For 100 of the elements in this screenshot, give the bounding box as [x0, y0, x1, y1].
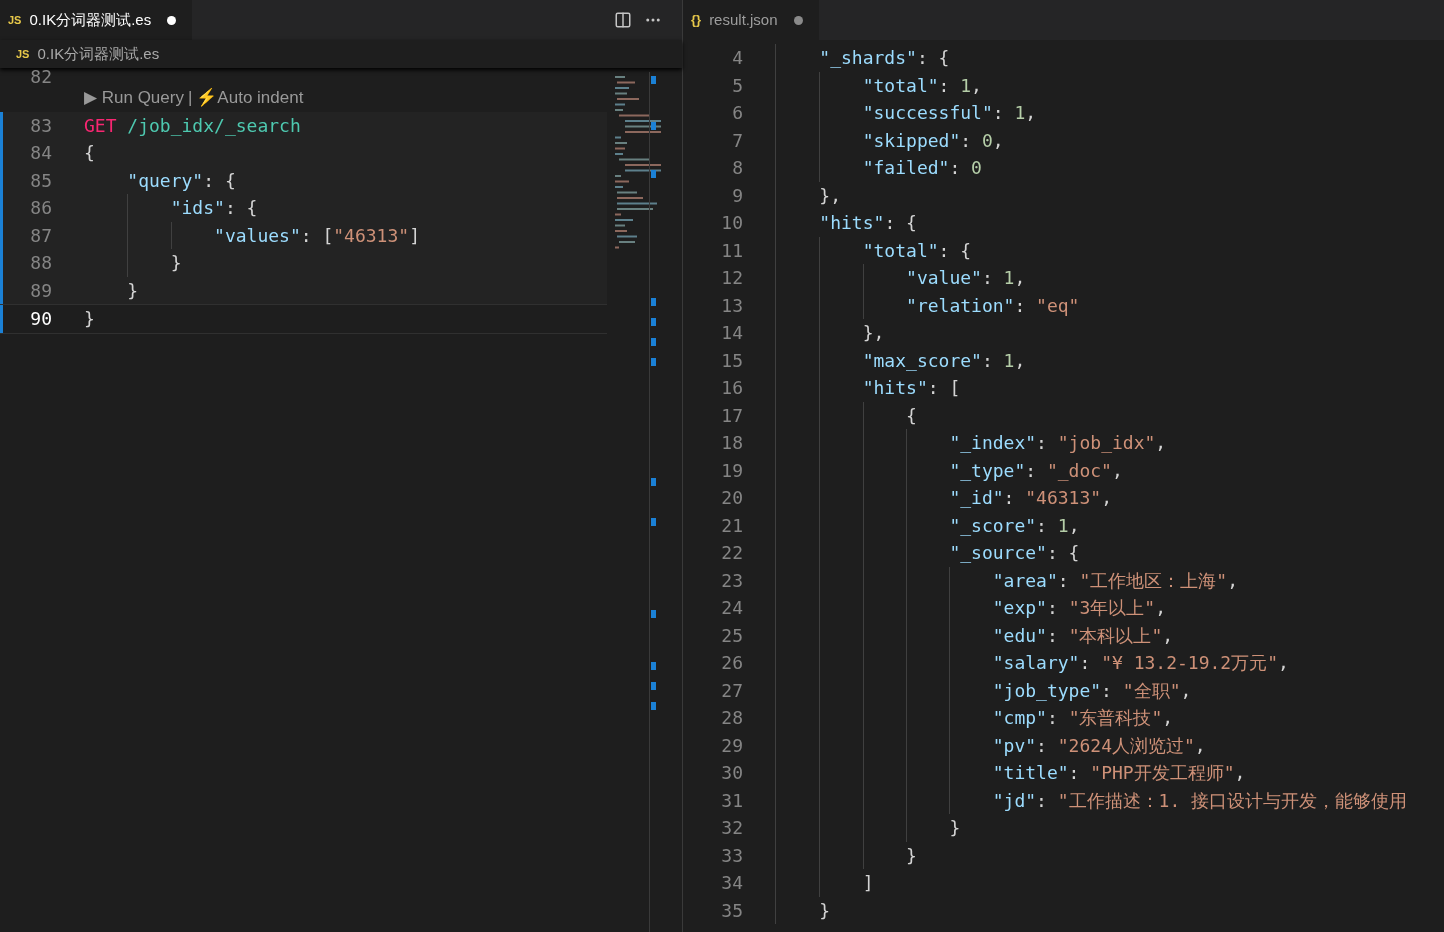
- code-token: ]: [861, 871, 874, 896]
- editor-tab[interactable]: JS 0.IK分词器测试.es: [0, 0, 193, 40]
- code-token: },: [818, 183, 842, 208]
- code-token: "46313": [1025, 486, 1102, 511]
- line-number: 82: [29, 68, 52, 89]
- line-number: 29: [721, 733, 743, 758]
- code-token: "_type": [948, 458, 1026, 483]
- line-number: 22: [721, 541, 743, 566]
- codelens-separator: |: [187, 87, 193, 109]
- code-token: ,: [1155, 431, 1167, 456]
- line-number: 88: [30, 251, 52, 276]
- code-token: :: [1046, 706, 1059, 731]
- line-number: 28: [721, 706, 743, 731]
- line-number: 24: [721, 596, 743, 621]
- code-token: ,: [1111, 458, 1123, 483]
- editor-tab[interactable]: {} result.json: [683, 0, 819, 40]
- code-token: "title": [991, 761, 1069, 786]
- line-number: 7: [732, 128, 743, 153]
- breadcrumb-item[interactable]: 0.IK分词器测试.es: [37, 42, 160, 66]
- code-token: ,: [1162, 706, 1174, 731]
- code-token: :: [1003, 486, 1016, 511]
- code-token: ,: [1014, 348, 1026, 373]
- code-token: "exp": [991, 596, 1047, 621]
- auto-indent-link[interactable]: ⚡Auto indent: [196, 85, 304, 111]
- code-token: :: [960, 128, 973, 153]
- code-token: :: [981, 266, 994, 291]
- line-number: 8: [732, 156, 743, 181]
- code-token: :: [1101, 678, 1113, 703]
- file-type-icon: {}: [691, 10, 702, 30]
- code-token: 0: [971, 156, 982, 181]
- code-token: : {: [938, 238, 972, 263]
- code-token: 0: [981, 128, 993, 153]
- line-number: 10: [721, 211, 743, 236]
- code-token: "salary": [991, 651, 1080, 676]
- code-token: ]: [409, 223, 420, 248]
- code-token: }: [126, 278, 139, 303]
- code-token: "total": [861, 73, 939, 98]
- line-number: 25: [721, 623, 743, 648]
- code-token: {: [905, 403, 917, 428]
- code-token: "values": [213, 223, 301, 248]
- line-number: 32: [721, 816, 743, 841]
- code-token: ,: [992, 128, 1004, 153]
- code-token: :: [1036, 513, 1048, 538]
- code-token: :: [938, 73, 951, 98]
- code-token: "area": [991, 568, 1058, 593]
- line-number: 30: [721, 761, 743, 786]
- line-number: 11: [721, 238, 743, 263]
- line-number: 17: [721, 403, 743, 428]
- code-token: }: [169, 251, 182, 276]
- line-number: 19: [721, 458, 743, 483]
- code-token: "job_type": [991, 678, 1102, 703]
- code-token: "本科以上": [1068, 623, 1163, 648]
- code-token: }: [818, 898, 831, 923]
- code-token: "_index": [948, 431, 1037, 456]
- line-number: 87: [30, 223, 52, 248]
- code-token: :: [1046, 596, 1059, 621]
- code-token: ,: [1234, 761, 1246, 786]
- code-token: "hits": [861, 376, 928, 401]
- code-token: GET: [84, 113, 117, 138]
- code-token: ,: [1162, 623, 1174, 648]
- code-token: "工作地区：上海": [1079, 568, 1228, 593]
- code-token: :: [1036, 431, 1048, 456]
- code-token: ,: [971, 73, 982, 98]
- code-token: : {: [203, 168, 236, 193]
- line-number: 85: [30, 168, 52, 193]
- split-editor-icon[interactable]: [614, 11, 632, 29]
- code-token: "3年以上": [1068, 596, 1156, 621]
- code-token: },: [861, 321, 885, 346]
- line-number: 13: [721, 293, 743, 318]
- code-token: ,: [1155, 596, 1166, 621]
- line-number: 15: [721, 348, 743, 373]
- code-token: "pv": [991, 733, 1037, 758]
- code-token: 1: [960, 73, 972, 98]
- line-number: 90: [30, 307, 52, 332]
- code-token: :: [1068, 761, 1081, 786]
- code-token: ,: [1101, 486, 1112, 511]
- code-token: "46313": [333, 223, 410, 248]
- code-token: "PHP开发工程师": [1090, 761, 1235, 786]
- code-token: ,: [1025, 101, 1037, 126]
- code-token: :: [1036, 788, 1048, 813]
- line-number: 27: [721, 678, 743, 703]
- code-token: }: [905, 843, 917, 868]
- code-token: "hits": [818, 211, 885, 236]
- code-token: ,: [1180, 678, 1192, 703]
- run-query-link[interactable]: ▶ Run Query: [84, 85, 184, 111]
- line-number: 9: [732, 183, 743, 208]
- code-token: "全职": [1122, 678, 1181, 703]
- code-token: "failed": [861, 156, 950, 181]
- line-number: 31: [721, 788, 743, 813]
- code-token: "_source": [948, 541, 1047, 566]
- code-token: "_shards": [818, 46, 917, 71]
- line-number: 14: [721, 321, 743, 346]
- code-token: "_score": [948, 513, 1037, 538]
- code-token: : [: [927, 376, 961, 401]
- line-number: 26: [721, 651, 743, 676]
- tab-label: 0.IK分词器测试.es: [29, 9, 152, 30]
- line-number: 23: [721, 568, 743, 593]
- code-token: "relation": [905, 293, 1015, 318]
- code-token: :: [1025, 458, 1038, 483]
- code-token: ,: [1014, 266, 1026, 291]
